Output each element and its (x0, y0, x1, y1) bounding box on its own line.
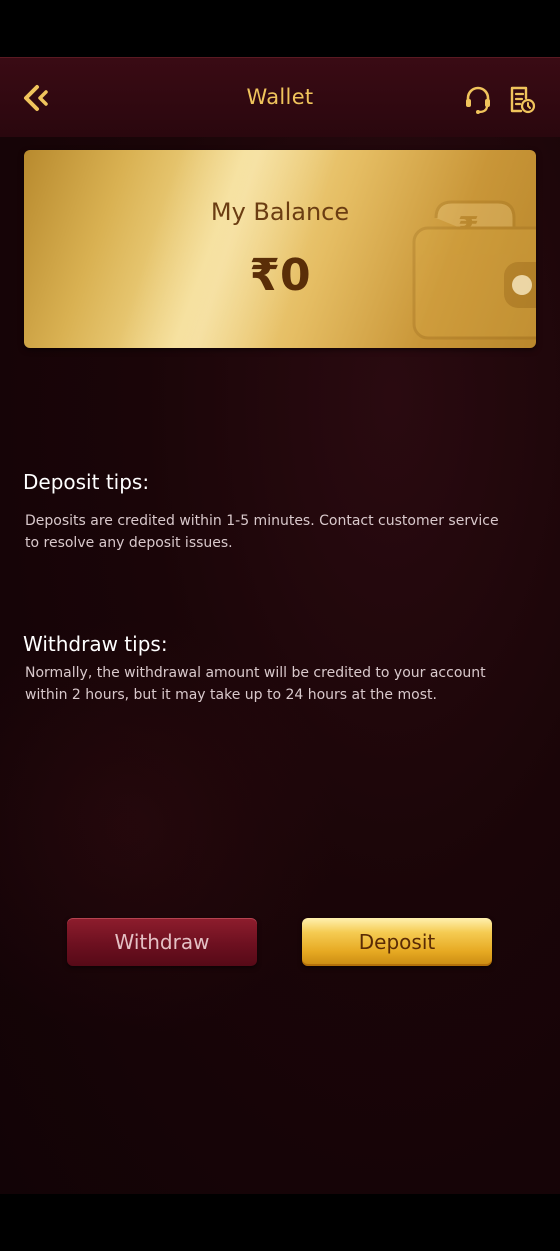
customer-support-button[interactable] (462, 84, 494, 116)
history-document-icon (510, 86, 536, 114)
withdraw-button[interactable]: Withdraw (67, 918, 257, 966)
transaction-history-button[interactable] (507, 84, 537, 116)
withdraw-tips-text: Normally, the withdrawal amount will be … (25, 665, 486, 703)
deposit-button[interactable]: Deposit (302, 918, 492, 966)
wallet-screen: Wallet ₹ (0, 57, 560, 1194)
balance-amount: ₹0 (249, 250, 311, 301)
status-bar (0, 0, 560, 57)
withdraw-tips-title: Withdraw tips: (23, 632, 168, 656)
balance-card: ₹ My Balance ₹0 (24, 150, 536, 348)
deposit-tips-text: Deposits are credited within 1-5 minutes… (25, 513, 499, 551)
balance-label: My Balance (210, 198, 350, 226)
headset-icon (466, 86, 490, 114)
navigation-bar (0, 1194, 560, 1251)
deposit-tips-title: Deposit tips: (23, 470, 150, 494)
header-bar: Wallet (0, 57, 560, 137)
